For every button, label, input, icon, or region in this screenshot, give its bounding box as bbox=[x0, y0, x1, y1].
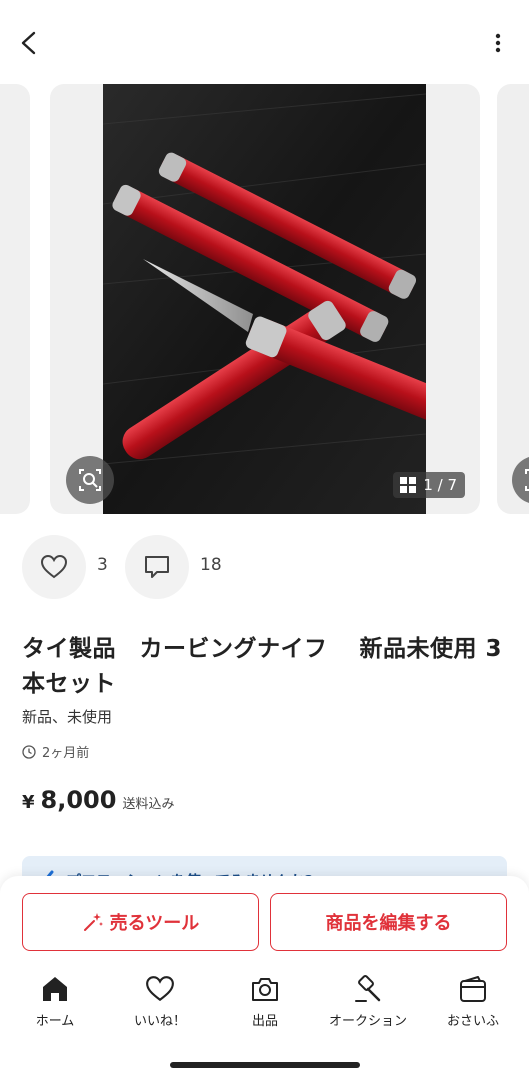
social-actions: 3 18 bbox=[22, 535, 522, 599]
tab-home[interactable]: ホーム bbox=[5, 974, 105, 1034]
comment-icon bbox=[145, 556, 169, 578]
chevron-left-icon bbox=[21, 31, 36, 55]
tab-auction-label: オークション bbox=[328, 1014, 407, 1029]
item-condition: 新品、未使用 bbox=[22, 708, 113, 726]
image-search-button[interactable] bbox=[66, 456, 114, 504]
home-icon bbox=[43, 977, 67, 1001]
top-bar bbox=[0, 0, 529, 84]
tab-auction[interactable]: オークション bbox=[318, 974, 418, 1034]
like-button[interactable] bbox=[22, 535, 86, 599]
posted-time: 2ヶ月前 bbox=[22, 742, 89, 761]
tab-wallet-label: おさいふ bbox=[446, 1014, 499, 1029]
image-carousel[interactable]: 1 / 7 bbox=[0, 84, 529, 514]
wallet-icon bbox=[460, 976, 486, 1002]
clock-icon bbox=[22, 744, 36, 759]
gavel-icon bbox=[355, 975, 381, 1002]
tab-sell-label: 出品 bbox=[251, 1014, 278, 1029]
back-button[interactable] bbox=[14, 28, 42, 58]
tab-bar: ホーム いいね！ 出品 オークション おさいふ bbox=[0, 974, 529, 1034]
image-counter-text: 1 / 7 bbox=[423, 476, 457, 494]
home-indicator[interactable] bbox=[170, 1062, 360, 1068]
bottom-panel: 売るツール 商品を編集する ホーム いいね！ 出品 オークション おさいふ bbox=[0, 876, 529, 1080]
main-image-card[interactable]: 1 / 7 bbox=[50, 84, 480, 514]
price-currency: ¥ bbox=[22, 792, 35, 813]
sell-tool-label: 売るツール bbox=[109, 913, 200, 934]
item-price: ¥ 8,000 送料込み bbox=[22, 786, 174, 814]
tab-wallet[interactable]: おさいふ bbox=[423, 974, 523, 1034]
heart-icon bbox=[40, 554, 68, 579]
item-title: タイ製品 カービングナイフ 新品未使用 3本セット bbox=[22, 636, 503, 697]
edit-item-label: 商品を編集する bbox=[325, 913, 452, 934]
next-image-search-button[interactable] bbox=[512, 456, 529, 504]
posted-time-text: 2ヶ月前 bbox=[42, 746, 90, 761]
next-image-card[interactable] bbox=[497, 84, 529, 514]
grid-icon bbox=[400, 477, 417, 493]
tab-sell[interactable]: 出品 bbox=[215, 974, 315, 1034]
more-vertical-icon bbox=[495, 33, 501, 53]
product-photo[interactable] bbox=[103, 84, 426, 514]
sell-tool-button[interactable]: 売るツール bbox=[22, 893, 259, 951]
price-amount: 8,000 bbox=[40, 786, 117, 814]
shipping-note: 送料込み bbox=[122, 797, 175, 812]
image-search-icon bbox=[525, 469, 529, 491]
heart-icon bbox=[146, 976, 174, 1002]
more-options-button[interactable] bbox=[491, 32, 505, 56]
edit-item-button[interactable]: 商品を編集する bbox=[270, 893, 507, 951]
comment-button[interactable] bbox=[125, 535, 189, 599]
comment-count: 18 bbox=[200, 555, 222, 575]
sparkle-wand-icon bbox=[83, 913, 103, 931]
tab-likes-label: いいね！ bbox=[133, 1014, 186, 1029]
image-search-icon bbox=[79, 469, 101, 491]
previous-image-card[interactable] bbox=[0, 84, 30, 514]
image-counter[interactable]: 1 / 7 bbox=[393, 472, 465, 498]
like-count: 3 bbox=[97, 555, 108, 575]
camera-icon bbox=[252, 978, 278, 1001]
tab-likes[interactable]: いいね！ bbox=[110, 974, 210, 1034]
tab-home-label: ホーム bbox=[35, 1014, 75, 1029]
